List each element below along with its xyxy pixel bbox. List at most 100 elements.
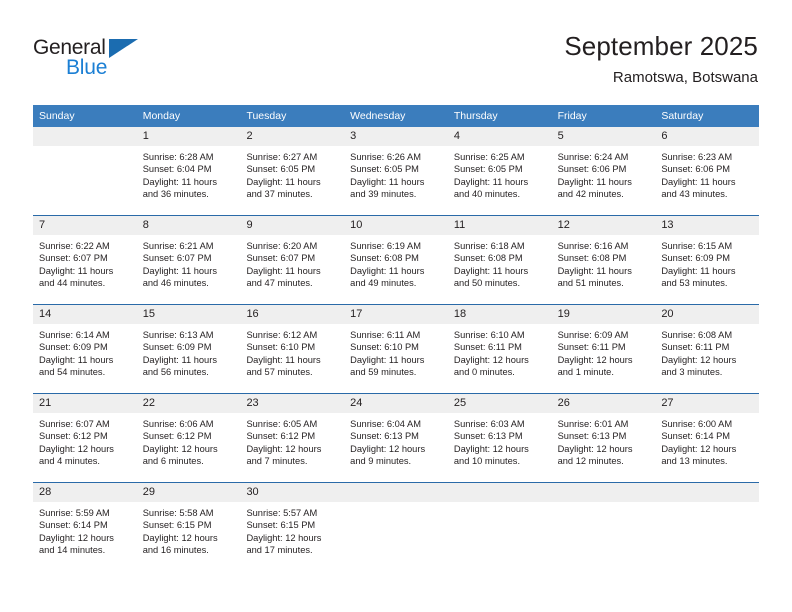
page-title: September 2025 <box>564 31 758 61</box>
calendar-day-cell[interactable]: 7 Sunrise: 6:22 AM Sunset: 6:07 PM Daylight… <box>33 216 137 304</box>
calendar-day-cell[interactable]: 23 Sunrise: 6:05 AM Sunset: 6:12 PM Dayligh… <box>240 394 345 482</box>
daylight-text-line1: Daylight: 11 hours <box>39 265 114 276</box>
calendar-day-cell[interactable]: 20 Sunrise: 6:08 AM Sunset: 6:11 PM Dayligh… <box>655 305 760 393</box>
daylight-text-line2: and 4 minutes. <box>39 456 100 467</box>
sunset-text: Sunset: 6:15 PM <box>142 520 212 531</box>
daylight-text-line1: Daylight: 12 hours <box>453 443 529 454</box>
daylight-text-line2: and 54 minutes. <box>39 367 106 378</box>
daylight-text-line1: Daylight: 12 hours <box>661 443 737 454</box>
day-number: 13 <box>655 216 760 235</box>
calendar-day-cell[interactable]: 1 Sunrise: 6:28 AM Sunset: 6:04 PM Daylight… <box>136 127 241 215</box>
daylight-text-line1: Daylight: 12 hours <box>142 443 218 454</box>
sunrise-text: Sunrise: 6:05 AM <box>246 419 318 429</box>
calendar-day-cell[interactable]: 30 Sunrise: 5:57 AM Sunset: 6:15 PM Dayligh… <box>240 483 345 571</box>
daylight-text-line1: Daylight: 11 hours <box>453 176 529 187</box>
calendar-week-inner: 1 Sunrise: 6:28 AM Sunset: 6:04 PM Daylight… <box>33 127 760 215</box>
daylight-text-line1: Daylight: 11 hours <box>350 265 425 276</box>
day-number: 6 <box>655 127 760 146</box>
title-block: September 2025 Ramotswa, Botswana <box>564 30 758 88</box>
daylight-text-line1: Daylight: 12 hours <box>39 443 114 454</box>
sunset-text: Sunset: 6:12 PM <box>39 431 108 442</box>
daylight-text-line1: Daylight: 12 hours <box>453 354 529 365</box>
calendar-day-cell[interactable]: 9 Sunrise: 6:20 AM Sunset: 6:07 PM Daylight… <box>240 216 345 304</box>
calendar-day-cell[interactable]: 13 Sunrise: 6:15 AM Sunset: 6:09 PM Dayligh… <box>655 216 760 304</box>
calendar-day-cell[interactable]: 17 Sunrise: 6:11 AM Sunset: 6:10 PM Dayligh… <box>344 305 448 393</box>
daylight-text-line1: Daylight: 11 hours <box>246 176 321 187</box>
calendar-day-cell[interactable]: 27 Sunrise: 6:00 AM Sunset: 6:14 PM Dayligh… <box>655 394 760 482</box>
calendar-day-cell[interactable]: 21 Sunrise: 6:07 AM Sunset: 6:12 PM Dayligh… <box>33 394 137 482</box>
calendar-day-cell[interactable]: 14 Sunrise: 6:14 AM Sunset: 6:09 PM Dayligh… <box>33 305 137 393</box>
calendar-day-cell[interactable]: 18 Sunrise: 6:10 AM Sunset: 6:11 PM Dayligh… <box>447 305 552 393</box>
calendar-day-cell[interactable]: 8 Sunrise: 6:21 AM Sunset: 6:07 PM Daylight… <box>136 216 241 304</box>
calendar-day-cell[interactable]: 4 Sunrise: 6:25 AM Sunset: 6:05 PM Daylight… <box>447 127 552 215</box>
sunrise-text: Sunrise: 6:20 AM <box>246 241 318 251</box>
sunset-text: Sunset: 6:13 PM <box>557 431 627 442</box>
daylight-text-line2: and 13 minutes. <box>661 456 728 467</box>
sunset-text: Sunset: 6:12 PM <box>246 431 316 442</box>
sunset-text: Sunset: 6:06 PM <box>661 164 731 175</box>
daylight-text-line2: and 14 minutes. <box>39 545 106 556</box>
day-details: Sunrise: 5:59 AM Sunset: 6:14 PM Daylight:… <box>33 502 137 557</box>
calendar-day-cell[interactable]: 19 Sunrise: 6:09 AM Sunset: 6:11 PM Dayligh… <box>551 305 656 393</box>
sunrise-text: Sunrise: 6:00 AM <box>661 419 733 429</box>
calendar-day-cell[interactable]: 3 Sunrise: 6:26 AM Sunset: 6:05 PM Daylight… <box>344 127 448 215</box>
calendar-day-cell[interactable]: 29 Sunrise: 5:58 AM Sunset: 6:15 PM Dayligh… <box>136 483 241 571</box>
day-details: Sunrise: 6:11 AM Sunset: 6:10 PM Daylight:… <box>344 324 448 379</box>
calendar-day-cell[interactable]: 26 Sunrise: 6:01 AM Sunset: 6:13 PM Dayligh… <box>551 394 656 482</box>
sunrise-text: Sunrise: 6:27 AM <box>246 152 318 162</box>
daylight-text-line1: Daylight: 11 hours <box>350 354 425 365</box>
daylight-text-line1: Daylight: 12 hours <box>557 354 633 365</box>
daylight-text-line2: and 43 minutes. <box>661 189 728 200</box>
day-number: 9 <box>240 216 345 235</box>
daylight-text-line2: and 6 minutes. <box>142 456 204 467</box>
calendar-day-cell[interactable]: 25 Sunrise: 6:03 AM Sunset: 6:13 PM Dayligh… <box>447 394 552 482</box>
sunset-text: Sunset: 6:09 PM <box>39 342 108 353</box>
calendar-day-cell[interactable]: 12 Sunrise: 6:16 AM Sunset: 6:08 PM Dayligh… <box>551 216 656 304</box>
day-details: Sunrise: 6:05 AM Sunset: 6:12 PM Daylight:… <box>240 413 344 468</box>
sunrise-text: Sunrise: 6:16 AM <box>557 241 629 251</box>
calendar-day-cell[interactable]: 24 Sunrise: 6:04 AM Sunset: 6:13 PM Dayligh… <box>344 394 448 482</box>
daylight-text-line1: Daylight: 11 hours <box>246 354 321 365</box>
calendar-day-cell[interactable]: 11 Sunrise: 6:18 AM Sunset: 6:08 PM Dayligh… <box>447 216 552 304</box>
day-details: Sunrise: 6:12 AM Sunset: 6:10 PM Daylight:… <box>240 324 344 379</box>
day-number: 27 <box>655 394 760 413</box>
sunrise-text: Sunrise: 5:58 AM <box>142 508 214 518</box>
day-number: 1 <box>136 127 241 146</box>
calendar-day-cell[interactable]: 5 Sunrise: 6:24 AM Sunset: 6:06 PM Daylight… <box>551 127 656 215</box>
sunrise-text: Sunrise: 6:23 AM <box>661 152 733 162</box>
day-number: 8 <box>136 216 241 235</box>
calendar-day-cell[interactable]: 28 Sunrise: 5:59 AM Sunset: 6:14 PM Dayligh… <box>33 483 137 571</box>
sunset-text: Sunset: 6:13 PM <box>350 431 419 442</box>
sunset-text: Sunset: 6:07 PM <box>142 253 212 264</box>
day-details: Sunrise: 6:19 AM Sunset: 6:08 PM Daylight:… <box>344 235 448 290</box>
day-details: Sunrise: 6:26 AM Sunset: 6:05 PM Daylight:… <box>344 146 448 201</box>
day-details: Sunrise: 6:10 AM Sunset: 6:11 PM Daylight:… <box>448 324 552 379</box>
calendar-grid: Sunday Monday Tuesday Wednesday Thursday… <box>33 105 760 571</box>
day-details: Sunrise: 5:58 AM Sunset: 6:15 PM Daylight:… <box>137 502 241 557</box>
calendar-day-cell[interactable]: 6 Sunrise: 6:23 AM Sunset: 6:06 PM Daylight… <box>655 127 760 215</box>
daylight-text-line2: and 59 minutes. <box>350 367 417 378</box>
calendar-day-cell[interactable]: 10 Sunrise: 6:19 AM Sunset: 6:08 PM Dayligh… <box>344 216 448 304</box>
daylight-text-line1: Daylight: 11 hours <box>142 176 217 187</box>
sunrise-text: Sunrise: 6:08 AM <box>661 330 733 340</box>
daylight-text-line1: Daylight: 11 hours <box>557 176 632 187</box>
sunset-text: Sunset: 6:11 PM <box>661 342 730 353</box>
sunrise-text: Sunrise: 6:04 AM <box>350 419 421 429</box>
day-number: 11 <box>447 216 552 235</box>
day-number: 23 <box>240 394 345 413</box>
daylight-text-line1: Daylight: 11 hours <box>142 354 217 365</box>
day-details: Sunrise: 6:18 AM Sunset: 6:08 PM Daylight:… <box>448 235 552 290</box>
calendar-day-cell[interactable]: 15 Sunrise: 6:13 AM Sunset: 6:09 PM Dayligh… <box>136 305 241 393</box>
calendar-day-cell[interactable]: 16 Sunrise: 6:12 AM Sunset: 6:10 PM Dayligh… <box>240 305 345 393</box>
calendar-day-cell[interactable]: 2 Sunrise: 6:27 AM Sunset: 6:05 PM Daylight… <box>240 127 345 215</box>
daylight-text-line1: Daylight: 12 hours <box>350 443 426 454</box>
daylight-text-line2: and 49 minutes. <box>350 278 417 289</box>
calendar-day-cell[interactable]: 22 Sunrise: 6:06 AM Sunset: 6:12 PM Dayligh… <box>136 394 241 482</box>
page-header: General Blue September 2025 Ramotswa, Bo… <box>0 0 792 104</box>
sunset-text: Sunset: 6:08 PM <box>453 253 523 264</box>
day-details: Sunrise: 6:04 AM Sunset: 6:13 PM Daylight:… <box>344 413 448 468</box>
day-number: 5 <box>551 127 656 146</box>
day-number: 26 <box>551 394 656 413</box>
day-number: 10 <box>344 216 448 235</box>
calendar-week-inner: 21 Sunrise: 6:07 AM Sunset: 6:12 PM Dayligh… <box>33 394 760 482</box>
